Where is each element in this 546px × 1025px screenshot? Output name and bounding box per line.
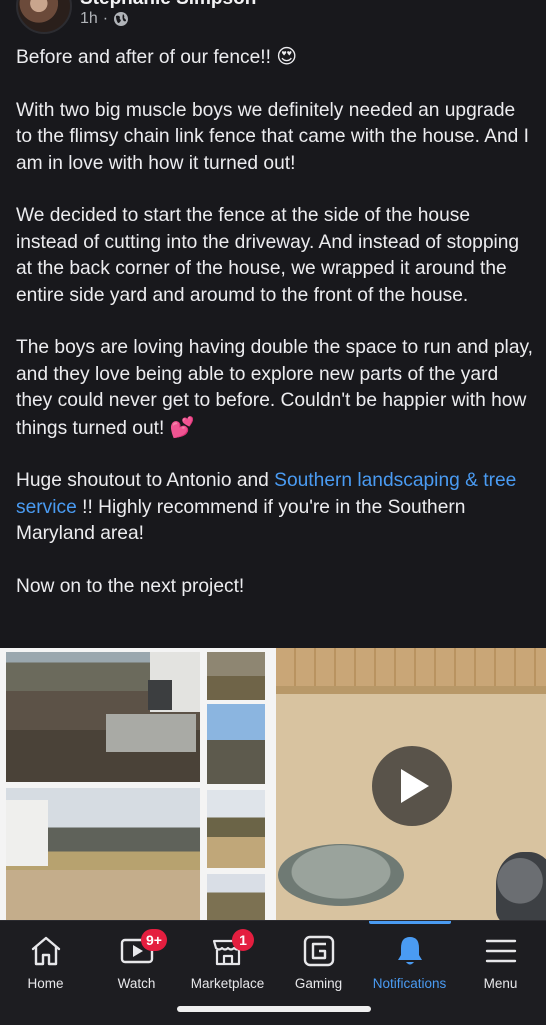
tab-marketplace-label: Marketplace xyxy=(190,976,265,991)
marketplace-badge: 1 xyxy=(232,929,254,951)
paragraph-5-after: !! Highly recommend if you're in the Sou… xyxy=(16,496,466,545)
tab-marketplace[interactable]: 1 Marketplace xyxy=(182,921,273,1001)
post-paragraph-4: The boys are loving having double the sp… xyxy=(16,335,536,442)
tab-menu[interactable]: Menu xyxy=(455,921,546,1001)
two-hearts-emoji: 💕 xyxy=(169,416,195,439)
bell-icon xyxy=(398,937,422,965)
post-paragraph-6: Now on to the next project! xyxy=(16,576,245,598)
tab-menu-label: Menu xyxy=(483,976,518,991)
photo-thumbnail-3[interactable] xyxy=(207,790,265,868)
post-paragraph-1: Before and after of our fence!! 😍 xyxy=(16,44,536,71)
septic-lid xyxy=(278,844,404,906)
hamburger-icon xyxy=(485,939,517,963)
photo-after-fence[interactable] xyxy=(6,788,200,920)
author-avatar[interactable] xyxy=(16,0,72,34)
post-meta: 1h · xyxy=(80,10,129,28)
post-header: Stephanie Simpson 1h · xyxy=(0,0,546,40)
tab-watch-label: Watch xyxy=(117,976,156,991)
paragraph-4-text: The boys are loving having double the sp… xyxy=(16,337,533,439)
photo-thumbnail-1[interactable] xyxy=(207,652,265,700)
tab-gaming-label: Gaming xyxy=(294,976,343,991)
concrete-blocks xyxy=(106,714,196,752)
media-grid xyxy=(0,648,546,920)
photo-before-yard[interactable] xyxy=(6,652,200,782)
tab-notifications-label: Notifications xyxy=(372,976,447,991)
house-wall xyxy=(6,800,48,866)
post-paragraph-3: We decided to start the fence at the sid… xyxy=(16,205,520,306)
post-time[interactable]: 1h xyxy=(80,10,98,28)
paragraph-5-before: Huge shoutout to Antonio and xyxy=(16,470,275,492)
home-indicator[interactable] xyxy=(177,1006,371,1012)
video-thumbnail[interactable] xyxy=(276,648,546,920)
fence-boards xyxy=(276,648,546,686)
tab-notifications[interactable]: Notifications xyxy=(364,921,455,1001)
meta-separator: · xyxy=(102,10,109,27)
author-name[interactable]: Stephanie Simpson xyxy=(80,0,256,10)
tab-home-label: Home xyxy=(27,976,64,991)
tab-home[interactable]: Home xyxy=(0,921,91,1001)
play-icon xyxy=(401,769,429,803)
photo-thumbnail-4[interactable] xyxy=(207,874,265,920)
ac-unit xyxy=(148,680,172,710)
post-body: Before and after of our fence!! 😍 With t… xyxy=(16,44,536,627)
tab-watch[interactable]: 9+ Watch xyxy=(91,921,182,1001)
heart-eyes-emoji: 😍 xyxy=(276,46,298,68)
paragraph-1-text: Before and after of our fence!! xyxy=(16,47,271,68)
dog-head xyxy=(496,852,546,920)
home-icon xyxy=(31,936,61,966)
globe-icon xyxy=(114,12,129,26)
post-paragraph-5: Huge shoutout to Antonio and Southern la… xyxy=(16,468,536,547)
gaming-icon xyxy=(303,935,335,967)
play-button[interactable] xyxy=(372,746,452,826)
post-paragraph-2: With two big muscle boys we definitely n… xyxy=(16,99,530,174)
watch-badge: 9+ xyxy=(141,929,167,951)
photo-thumbnail-2[interactable] xyxy=(207,704,265,784)
tab-gaming[interactable]: Gaming xyxy=(273,921,364,1001)
